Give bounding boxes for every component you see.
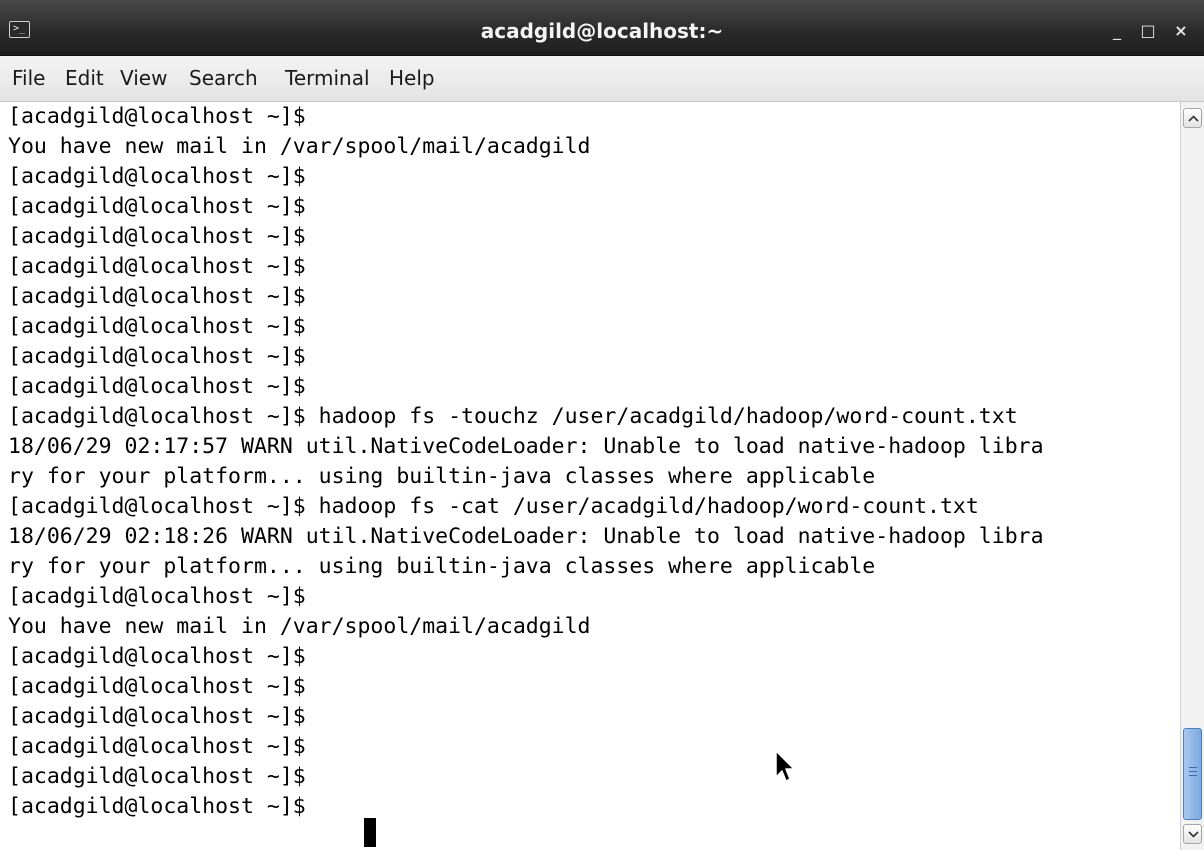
maximize-button[interactable]: □ — [1139, 22, 1157, 40]
grip-icon — [1189, 767, 1197, 779]
terminal-line: [acadgild@localhost ~]$ — [8, 764, 306, 789]
mouse-pointer-icon — [775, 750, 795, 782]
terminal-line: [acadgild@localhost ~]$ — [8, 194, 306, 219]
vertical-scrollbar[interactable] — [1180, 102, 1204, 850]
title-bar[interactable]: >_ acadgild@localhost:~ _ □ × — [0, 0, 1204, 56]
menu-view[interactable]: View — [120, 66, 167, 90]
terminal-line: [acadgild@localhost ~]$ — [8, 644, 306, 669]
menu-edit[interactable]: Edit — [65, 66, 104, 90]
menu-help[interactable]: Help — [389, 66, 435, 90]
terminal-line: 18/06/29 02:17:57 WARN util.NativeCodeLo… — [8, 434, 1044, 459]
terminal-line: [acadgild@localhost ~]$ — [8, 674, 306, 699]
terminal-line: [acadgild@localhost ~]$ — [8, 314, 306, 339]
menu-bar: File Edit View Search Terminal Help — [0, 56, 1204, 102]
terminal-line: [acadgild@localhost ~]$ — [8, 224, 306, 249]
terminal-line: ry for your platform... using builtin-ja… — [8, 554, 876, 579]
chevron-down-icon — [1188, 831, 1199, 838]
terminal-line: [acadgild@localhost ~]$ — [8, 374, 306, 399]
close-button[interactable]: × — [1172, 22, 1190, 40]
terminal-window: >_ acadgild@localhost:~ _ □ × File Edit … — [0, 0, 1204, 850]
chevron-up-icon — [1188, 115, 1199, 122]
terminal-line: ry for your platform... using builtin-ja… — [8, 464, 876, 489]
scroll-down-button[interactable] — [1183, 824, 1202, 844]
terminal-line: [acadgild@localhost ~]$ — [8, 104, 306, 129]
terminal-line: [acadgild@localhost ~]$ — [8, 164, 306, 189]
menu-terminal[interactable]: Terminal — [285, 66, 370, 90]
minimize-button[interactable]: _ — [1108, 22, 1126, 40]
text-cursor — [364, 818, 376, 847]
terminal-line: You have new mail in /var/spool/mail/aca… — [8, 614, 591, 639]
terminal-line: [acadgild@localhost ~]$ hadoop fs -touch… — [8, 404, 1018, 429]
menu-search[interactable]: Search — [189, 66, 258, 90]
terminal-line: 18/06/29 02:18:26 WARN util.NativeCodeLo… — [8, 524, 1044, 549]
terminal-line: [acadgild@localhost ~]$ hadoop fs -cat /… — [8, 494, 979, 519]
terminal-line: [acadgild@localhost ~]$ — [8, 734, 306, 759]
terminal-line: [acadgild@localhost ~]$ — [8, 254, 306, 279]
menu-file[interactable]: File — [12, 66, 45, 90]
scroll-up-button[interactable] — [1183, 108, 1202, 128]
terminal-line: [acadgild@localhost ~]$ — [8, 344, 306, 369]
terminal-output[interactable]: [acadgild@localhost ~]$ You have new mai… — [0, 102, 1180, 850]
terminal-line: [acadgild@localhost ~]$ — [8, 284, 306, 309]
window-title: acadgild@localhost:~ — [480, 19, 724, 43]
terminal-line: [acadgild@localhost ~]$ — [8, 704, 306, 729]
terminal-line: [acadgild@localhost ~]$ — [8, 584, 306, 609]
scroll-thumb[interactable] — [1183, 728, 1202, 820]
terminal-line: [acadgild@localhost ~]$ — [8, 794, 306, 819]
terminal-line: You have new mail in /var/spool/mail/aca… — [8, 134, 591, 159]
